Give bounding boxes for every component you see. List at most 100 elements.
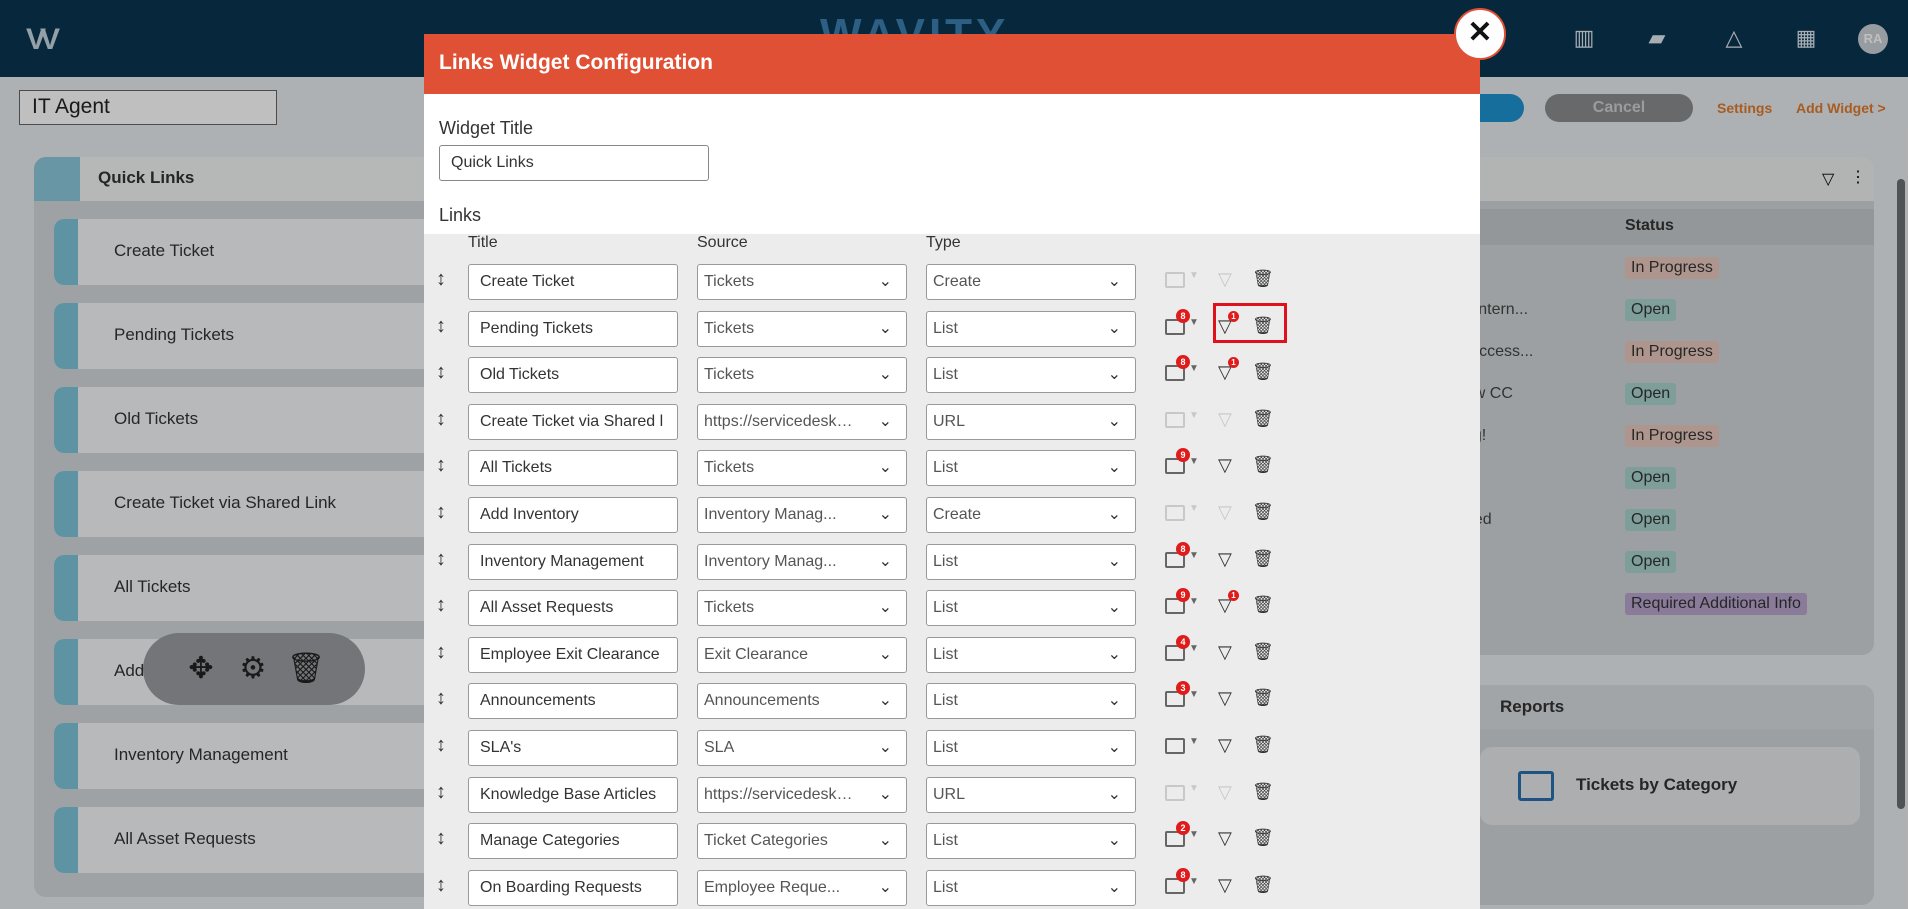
link-type-select[interactable]: List ⌄ <box>926 310 1136 347</box>
link-type-select[interactable]: List ⌄ <box>926 590 1136 627</box>
drag-handle-icon[interactable]: ↕ <box>436 594 446 617</box>
caret-down-icon[interactable]: ▼ <box>1189 783 1199 794</box>
link-title-input[interactable]: Manage Categories <box>468 823 678 860</box>
link-title-input[interactable]: Knowledge Base Articles <box>468 776 678 813</box>
drag-handle-icon[interactable]: ↕ <box>436 781 446 804</box>
trash-icon[interactable]: 🗑 <box>1252 362 1274 382</box>
link-title-input[interactable]: All Asset Requests <box>468 590 678 627</box>
link-title-input[interactable]: Add Inventory <box>468 497 678 533</box>
link-source-select[interactable]: Announcements ⌄ <box>697 683 907 720</box>
trash-icon[interactable]: 🗑 <box>1252 595 1274 615</box>
link-title-input[interactable]: Create Ticket via Shared l <box>468 403 678 440</box>
drag-handle-icon[interactable]: ↕ <box>436 268 446 291</box>
link-type-select[interactable]: List ⌄ <box>926 730 1136 766</box>
columns-grid-icon[interactable] <box>1165 784 1185 801</box>
link-source-select[interactable]: Tickets ⌄ <box>697 310 907 347</box>
filter-icon[interactable]: ▽ <box>1218 409 1232 430</box>
link-source-select[interactable]: Tickets ⌄ <box>697 357 907 394</box>
link-type-select[interactable]: List ⌄ <box>926 543 1136 580</box>
link-source-select[interactable]: Tickets ⌄ <box>697 264 907 300</box>
trash-icon[interactable]: 🗑 <box>1252 782 1274 802</box>
caret-down-icon[interactable]: ▼ <box>1189 550 1199 561</box>
trash-icon[interactable]: 🗑 <box>1252 269 1274 289</box>
drag-handle-icon[interactable]: ↕ <box>436 408 446 431</box>
link-source-select[interactable]: https://servicedesk.wavity ⌄ <box>697 403 907 440</box>
caret-down-icon[interactable]: ▼ <box>1189 689 1199 700</box>
filter-icon[interactable]: ▽ <box>1218 875 1232 896</box>
drag-handle-icon[interactable]: ↕ <box>436 454 446 477</box>
filter-icon[interactable]: ▽ <box>1218 455 1232 476</box>
trash-icon[interactable]: 🗑 <box>1252 455 1274 475</box>
link-title-input[interactable]: Employee Exit Clearance <box>468 636 678 673</box>
drag-handle-icon[interactable]: ↕ <box>436 548 446 571</box>
link-source-select[interactable]: https://servicedesk.wavity ⌄ <box>697 776 907 813</box>
link-source-select[interactable]: SLA ⌄ <box>697 730 907 766</box>
drag-handle-icon[interactable]: ↕ <box>436 874 446 897</box>
link-title-input[interactable]: Inventory Management <box>468 543 678 580</box>
link-type-select[interactable]: List ⌄ <box>926 636 1136 673</box>
link-type-select[interactable]: List ⌄ <box>926 823 1136 860</box>
caret-down-icon[interactable]: ▼ <box>1189 270 1199 281</box>
trash-icon[interactable]: 🗑 <box>1252 409 1274 429</box>
drag-handle-icon[interactable]: ↕ <box>436 315 446 338</box>
widget-title-input[interactable]: Quick Links <box>439 145 709 181</box>
link-title-input[interactable]: Pending Tickets <box>468 310 678 347</box>
caret-down-icon[interactable]: ▼ <box>1189 363 1199 374</box>
caret-down-icon[interactable]: ▼ <box>1189 596 1199 607</box>
trash-icon[interactable]: 🗑 <box>1252 828 1274 848</box>
drag-handle-icon[interactable]: ↕ <box>436 827 446 850</box>
link-source-select[interactable]: Inventory Manag... ⌄ <box>697 497 907 533</box>
close-icon[interactable]: ✕ <box>1454 8 1506 60</box>
link-title-input[interactable]: SLA's <box>468 730 678 766</box>
drag-handle-icon[interactable]: ↕ <box>436 687 446 710</box>
link-source-select[interactable]: Employee Reque... ⌄ <box>697 869 907 906</box>
filter-icon[interactable]: ▽ <box>1218 502 1232 523</box>
trash-icon[interactable]: 🗑 <box>1252 735 1274 755</box>
link-source-select[interactable]: Inventory Manag... ⌄ <box>697 543 907 580</box>
caret-down-icon[interactable]: ▼ <box>1189 643 1199 654</box>
caret-down-icon[interactable]: ▼ <box>1189 317 1199 328</box>
link-type-select[interactable]: URL ⌄ <box>926 776 1136 813</box>
columns-grid-icon[interactable] <box>1165 738 1185 754</box>
filter-icon[interactable]: ▽ <box>1218 269 1232 290</box>
columns-grid-icon[interactable] <box>1165 505 1185 521</box>
link-title-input[interactable]: On Boarding Requests <box>468 869 678 906</box>
caret-down-icon[interactable]: ▼ <box>1189 503 1199 514</box>
columns-grid-icon[interactable] <box>1165 411 1185 428</box>
caret-down-icon[interactable]: ▼ <box>1189 876 1199 887</box>
link-type-select[interactable]: List ⌄ <box>926 450 1136 487</box>
filter-icon[interactable]: ▽ <box>1218 688 1232 709</box>
caret-down-icon[interactable]: ▼ <box>1189 736 1199 747</box>
drag-handle-icon[interactable]: ↕ <box>436 361 446 384</box>
link-type-select[interactable]: Create ⌄ <box>926 264 1136 300</box>
link-source-select[interactable]: Tickets ⌄ <box>697 450 907 487</box>
trash-icon[interactable]: 🗑 <box>1252 502 1274 522</box>
link-type-select[interactable]: List ⌄ <box>926 683 1136 720</box>
link-type-select[interactable]: List ⌄ <box>926 869 1136 906</box>
drag-handle-icon[interactable]: ↕ <box>436 501 446 524</box>
filter-icon[interactable]: ▽ <box>1218 782 1232 803</box>
link-source-select[interactable]: Ticket Categories ⌄ <box>697 823 907 860</box>
link-title-input[interactable]: Announcements <box>468 683 678 720</box>
link-title-input[interactable]: All Tickets <box>468 450 678 487</box>
caret-down-icon[interactable]: ▼ <box>1189 456 1199 467</box>
link-source-select[interactable]: Tickets ⌄ <box>697 590 907 627</box>
link-type-select[interactable]: Create ⌄ <box>926 497 1136 533</box>
link-type-select[interactable]: List ⌄ <box>926 357 1136 394</box>
columns-grid-icon[interactable] <box>1165 272 1185 288</box>
link-title-input[interactable]: Create Ticket <box>468 264 678 300</box>
link-title-input[interactable]: Old Tickets <box>468 357 678 394</box>
filter-icon[interactable]: ▽ <box>1218 642 1232 663</box>
trash-icon[interactable]: 🗑 <box>1252 688 1274 708</box>
filter-icon[interactable]: ▽ <box>1218 549 1232 570</box>
trash-icon[interactable]: 🗑 <box>1252 642 1274 662</box>
trash-icon[interactable]: 🗑 <box>1252 549 1274 569</box>
link-source-select[interactable]: Exit Clearance ⌄ <box>697 636 907 673</box>
drag-handle-icon[interactable]: ↕ <box>436 641 446 664</box>
filter-icon[interactable]: ▽ <box>1218 828 1232 849</box>
link-type-select[interactable]: URL ⌄ <box>926 403 1136 440</box>
caret-down-icon[interactable]: ▼ <box>1189 829 1199 840</box>
drag-handle-icon[interactable]: ↕ <box>436 734 446 757</box>
trash-icon[interactable]: 🗑 <box>1252 875 1274 895</box>
filter-icon[interactable]: ▽ <box>1218 735 1232 756</box>
